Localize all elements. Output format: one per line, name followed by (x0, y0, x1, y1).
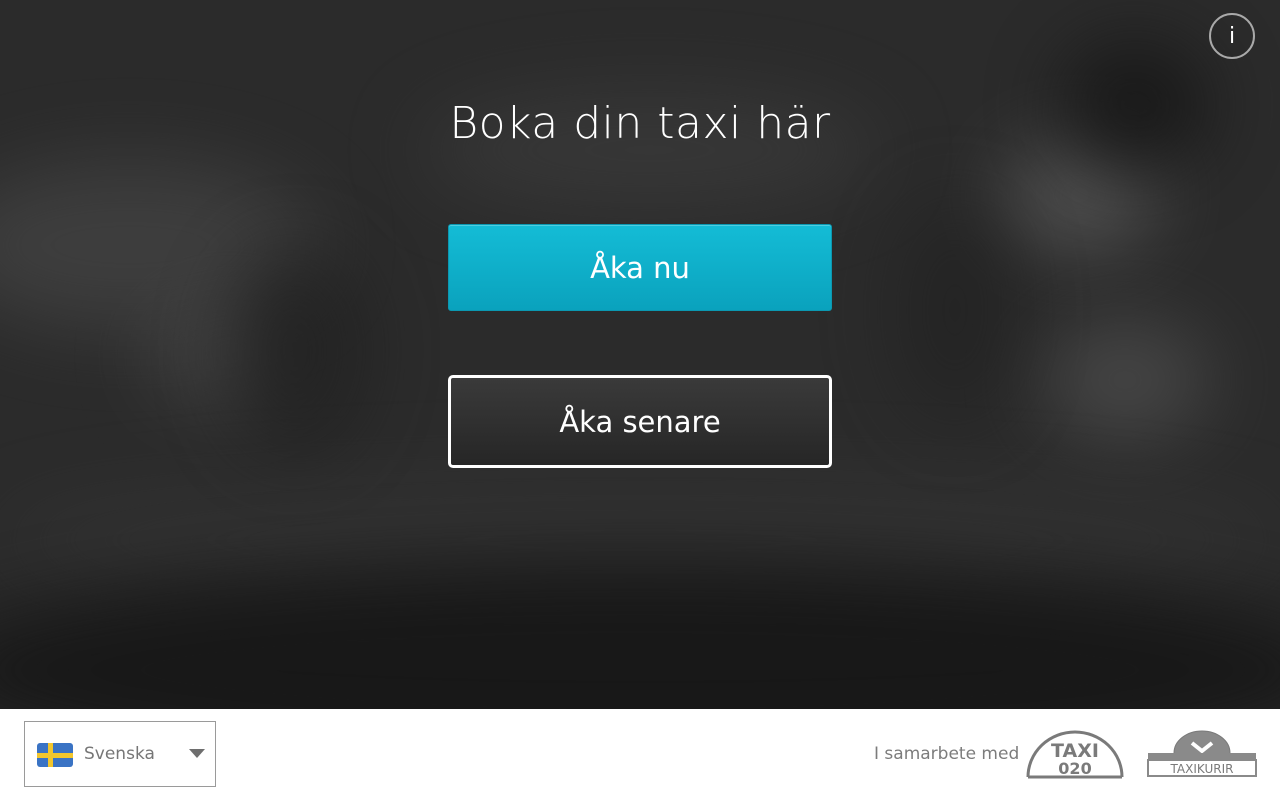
partner-text: I samarbete med (874, 744, 1020, 764)
language-select[interactable]: Svenska (24, 721, 216, 787)
info-button[interactable]: i (1209, 13, 1255, 59)
ride-later-button[interactable]: Åka senare (448, 375, 832, 468)
swedish-flag-icon (37, 743, 73, 767)
footer-bar: Svenska I samarbete med TAXI 020 TAXIKUR… (0, 709, 1280, 800)
chevron-down-icon (189, 749, 205, 758)
background-blur-shape (230, 250, 360, 450)
page-title: Boka din taxi här (449, 98, 831, 149)
background-image: i Boka din taxi här Åka nu Åka senare (0, 0, 1280, 709)
background-blur-shape (900, 200, 1010, 420)
ride-now-label: Åka nu (590, 250, 690, 285)
taxikurir-logo-text: TAXIKURIR (1170, 762, 1234, 776)
ride-now-button[interactable]: Åka nu (448, 224, 832, 311)
taxi020-logo: TAXI 020 (1026, 730, 1124, 779)
language-label: Svenska (84, 744, 155, 764)
taxi020-logo-bottom: 020 (1058, 759, 1091, 778)
background-blur-shape (1040, 320, 1210, 440)
ride-later-label: Åka senare (559, 404, 721, 439)
info-icon: i (1228, 23, 1236, 49)
taxikurir-logo: TAXIKURIR (1147, 730, 1257, 777)
